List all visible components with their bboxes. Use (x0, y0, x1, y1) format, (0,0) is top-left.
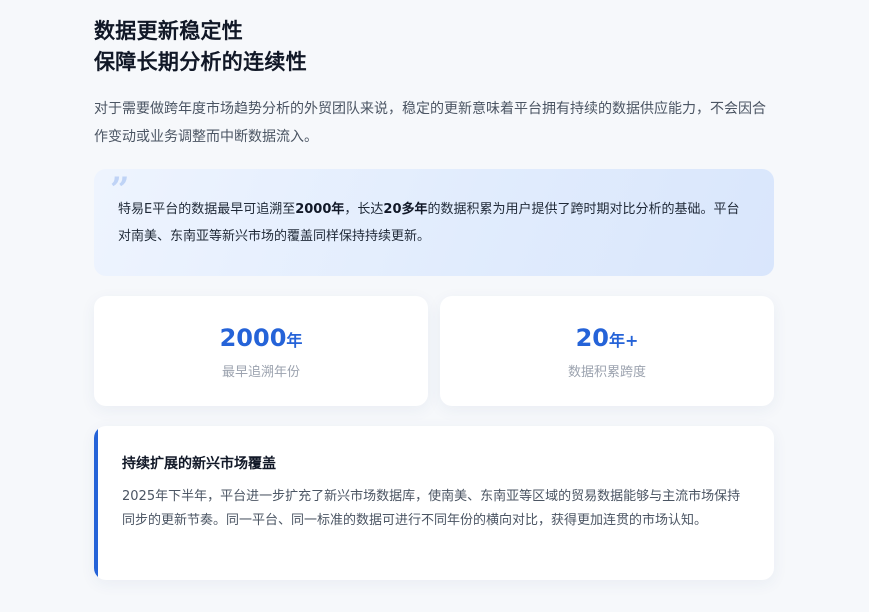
stat-value: 2000年 (94, 322, 428, 357)
stat-label: 最早追溯年份 (221, 365, 300, 380)
stat-unit: 年+ (608, 331, 639, 350)
quote-text-part-1: 特易E平台的数据最早可追溯至 (118, 202, 296, 217)
info-card-title: 持续扩展的新兴市场覆盖 (122, 456, 276, 472)
quote-highlight-year: 2000年 (295, 202, 345, 217)
page: 数据更新稳定性 保障长期分析的连续性 对于需要做跨年度市场趋势分析的外贸团队来说… (0, 0, 869, 612)
quote-text-part-2: ，长达 (344, 202, 384, 217)
stat-value: 20年+ (440, 322, 774, 357)
quote-text: 特易E平台的数据最早可追溯至2000年，长达20多年的数据积累为用户提供了跨时期… (118, 196, 746, 250)
stat-number: 2000 (219, 324, 287, 352)
heading-line-1: 数据更新稳定性 (94, 19, 244, 43)
stat-number: 20 (575, 324, 609, 352)
intro-paragraph: 对于需要做跨年度市场趋势分析的外贸团队来说，稳定的更新意味着平台拥有持续的数据供… (94, 101, 766, 145)
quote-highlight-span: 20多年 (383, 202, 428, 217)
stat-card-data-span: 20年+ 数据积累跨度 (440, 296, 774, 406)
stat-unit: 年 (286, 331, 303, 350)
section-heading: 数据更新稳定性 保障长期分析的连续性 (94, 16, 307, 78)
info-card-emerging-markets: 持续扩展的新兴市场覆盖 2025年下半年，平台进一步扩充了新兴市场数据库，使南美… (94, 426, 774, 580)
accent-bar (94, 426, 98, 580)
stat-card-earliest-year: 2000年 最早追溯年份 (94, 296, 428, 406)
quote-box: ” 特易E平台的数据最早可追溯至2000年，长达20多年的数据积累为用户提供了跨… (94, 169, 774, 276)
heading-line-2: 保障长期分析的连续性 (94, 50, 307, 74)
stat-label: 数据积累跨度 (567, 365, 646, 380)
info-card-body: 2025年下半年，平台进一步扩充了新兴市场数据库，使南美、东南亚等区域的贸易数据… (122, 489, 741, 528)
